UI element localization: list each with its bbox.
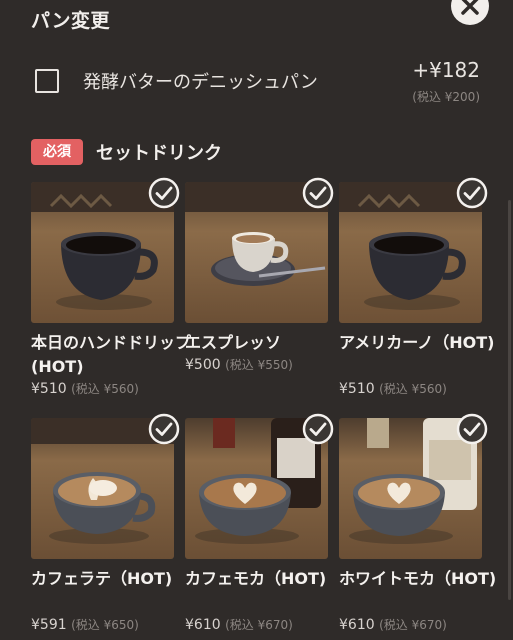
set-drink-title: セットドリンク — [96, 143, 222, 164]
required-badge: 必須 — [31, 139, 83, 165]
drink-price: ¥610 (税込 ¥670) — [185, 617, 293, 633]
drink-name: カフェモカ（HOT) — [185, 569, 327, 588]
drink-price: ¥610 (税込 ¥670) — [339, 617, 447, 633]
drink-price: ¥591 (税込 ¥650) — [31, 617, 139, 633]
option-tax-note: (税込 ¥200) — [412, 90, 480, 104]
option-price: +¥182 — [412, 58, 480, 82]
checkmark-icon — [456, 177, 488, 209]
checkmark-icon — [302, 413, 334, 445]
drink-name: 本日のハンドドリップ(HOT) — [31, 333, 192, 376]
checkmark-icon — [148, 177, 180, 209]
drink-name: カフェラテ（HOT) — [31, 569, 173, 588]
section-title: パン変更 — [31, 10, 110, 32]
drink-price: ¥500 (税込 ¥550) — [185, 357, 293, 373]
drink-price: ¥510 (税込 ¥560) — [339, 381, 447, 397]
drink-name: エスプレッソ — [185, 333, 282, 352]
close-button[interactable] — [451, 0, 489, 25]
drink-name: アメリカーノ（HOT) — [339, 333, 495, 352]
close-icon — [461, 0, 479, 15]
drink-name: ホワイトモカ（HOT) — [339, 569, 497, 588]
checkmark-icon — [148, 413, 180, 445]
checkmark-icon — [456, 413, 488, 445]
drink-price: ¥510 (税込 ¥560) — [31, 381, 139, 397]
checkmark-icon — [302, 177, 334, 209]
bread-option-row[interactable]: 発酵バターのデニッシュパン +¥182 (税込 ¥200) — [0, 52, 513, 112]
scrollbar[interactable] — [508, 200, 511, 600]
option-label: 発酵バターのデニッシュパン — [83, 72, 318, 93]
option-checkbox[interactable] — [35, 69, 59, 93]
